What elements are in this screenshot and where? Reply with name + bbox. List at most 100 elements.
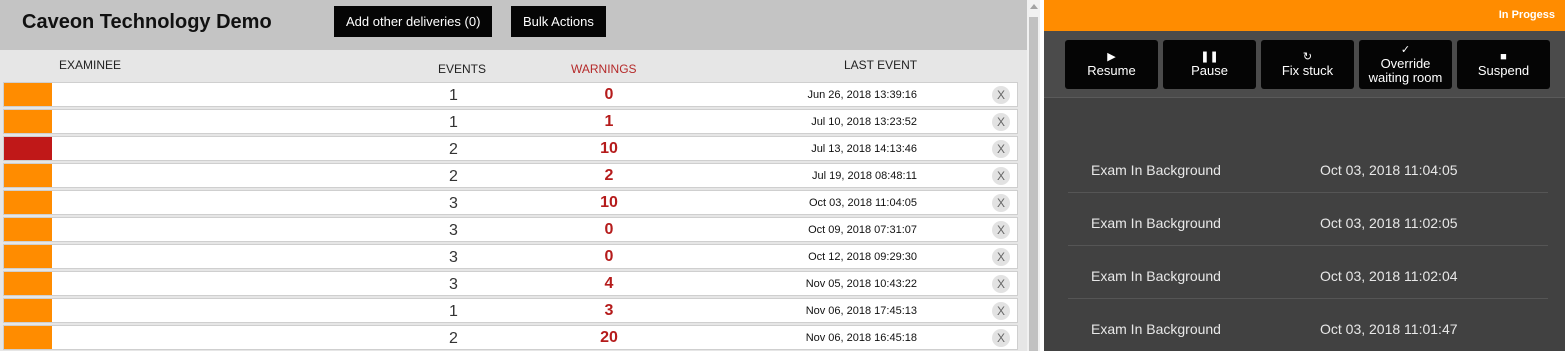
override-waiting-room-label: Override waiting room — [1368, 56, 1443, 85]
delivery-detail-panel: In Progess ▶ Resume ❚❚ Pause ↻ Fix stuck… — [1044, 0, 1565, 351]
add-other-deliveries-button[interactable]: Add other deliveries (0) — [334, 6, 493, 37]
table-row[interactable]: 2 10 Jul 13, 2018 14:13:46 X — [3, 136, 1018, 161]
status-indicator — [4, 218, 52, 241]
warnings-count: 10 — [600, 140, 618, 157]
action-toolbar: ▶ Resume ❚❚ Pause ↻ Fix stuck ✓ Override… — [1044, 31, 1565, 98]
status-indicator — [4, 326, 52, 349]
refresh-icon: ↻ — [1302, 51, 1313, 63]
column-header-examinee[interactable]: EXAMINEE — [59, 58, 121, 72]
events-count: 3 — [449, 276, 458, 293]
last-event-time: Jun 26, 2018 13:39:16 — [807, 89, 917, 101]
remove-row-button[interactable]: X — [992, 275, 1010, 293]
last-event-time: Jul 19, 2018 08:48:11 — [812, 170, 917, 182]
suspend-label: Suspend — [1477, 63, 1530, 78]
table-row[interactable]: 1 1 Jul 10, 2018 13:23:52 X — [3, 109, 1018, 134]
column-header-warnings[interactable]: WARNINGS — [571, 62, 637, 76]
warnings-count: 10 — [600, 194, 618, 211]
remove-row-button[interactable]: X — [992, 248, 1010, 266]
column-header-events[interactable]: EVENTS — [438, 62, 486, 76]
status-indicator — [4, 191, 52, 214]
last-event-time: Nov 06, 2018 16:45:18 — [805, 332, 917, 344]
last-event-time: Nov 06, 2018 17:45:13 — [805, 305, 917, 317]
log-event-time: Oct 03, 2018 11:01:47 — [1320, 321, 1458, 337]
events-count: 3 — [449, 249, 458, 266]
table-row[interactable]: 1 3 Nov 06, 2018 17:45:13 X — [3, 298, 1018, 323]
log-event-time: Oct 03, 2018 11:02:04 — [1320, 268, 1458, 284]
warnings-count: 1 — [604, 113, 614, 130]
bulk-actions-button[interactable]: Bulk Actions — [511, 6, 606, 37]
list-header-bar: Caveon Technology Demo Add other deliver… — [0, 0, 1027, 50]
table-row[interactable]: 3 0 Oct 12, 2018 09:29:30 X — [3, 244, 1018, 269]
events-count: 2 — [449, 168, 458, 185]
remove-row-button[interactable]: X — [992, 140, 1010, 158]
column-header-last-event[interactable]: LAST EVENT — [844, 58, 917, 72]
log-item: Exam In Background Oct 03, 2018 11:04:05 — [1068, 140, 1548, 193]
last-event-time: Nov 05, 2018 10:43:22 — [805, 278, 917, 290]
status-indicator — [4, 137, 52, 160]
resume-button[interactable]: ▶ Resume — [1065, 40, 1158, 89]
table-row[interactable]: 2 20 Nov 06, 2018 16:45:18 X — [3, 325, 1018, 350]
status-indicator — [4, 245, 52, 268]
remove-row-button[interactable]: X — [992, 86, 1010, 104]
remove-row-button[interactable]: X — [992, 221, 1010, 239]
last-event-time: Oct 09, 2018 07:31:07 — [808, 224, 917, 236]
pause-icon: ❚❚ — [1200, 51, 1219, 63]
remove-row-button[interactable]: X — [992, 329, 1010, 347]
log-event-name: Exam In Background — [1091, 215, 1221, 231]
event-log: Exam In Background Oct 03, 2018 11:04:05… — [1068, 140, 1548, 351]
log-event-name: Exam In Background — [1091, 268, 1221, 284]
table-row[interactable]: 2 2 Jul 19, 2018 08:48:11 X — [3, 163, 1018, 188]
status-indicator — [4, 83, 52, 106]
fix-stuck-button[interactable]: ↻ Fix stuck — [1261, 40, 1354, 89]
detail-status-bar: In Progess — [1044, 0, 1565, 31]
last-event-time: Jul 13, 2018 14:13:46 — [811, 143, 917, 155]
log-item: Exam In Background Oct 03, 2018 11:01:47 — [1068, 299, 1548, 351]
override-waiting-room-button[interactable]: ✓ Override waiting room — [1359, 40, 1452, 89]
events-count: 3 — [449, 195, 458, 212]
events-count: 2 — [449, 141, 458, 158]
fix-stuck-label: Fix stuck — [1281, 63, 1334, 78]
table-row[interactable]: 3 0 Oct 09, 2018 07:31:07 X — [3, 217, 1018, 242]
list-scrollbar[interactable] — [1027, 0, 1040, 351]
log-item: Exam In Background Oct 03, 2018 11:02:05 — [1068, 193, 1548, 246]
events-count: 3 — [449, 222, 458, 239]
page-title: Caveon Technology Demo — [22, 11, 272, 33]
log-event-time: Oct 03, 2018 11:02:05 — [1320, 215, 1458, 231]
table-row[interactable]: 1 0 Jun 26, 2018 13:39:16 X — [3, 82, 1018, 107]
status-indicator — [4, 299, 52, 322]
events-count: 1 — [449, 87, 458, 104]
warnings-count: 20 — [600, 329, 618, 346]
pause-button[interactable]: ❚❚ Pause — [1163, 40, 1256, 89]
delivery-status-label: In Progess — [1498, 9, 1555, 21]
log-item: Exam In Background Oct 03, 2018 11:02:04 — [1068, 246, 1548, 299]
log-event-time: Oct 03, 2018 11:04:05 — [1320, 162, 1458, 178]
events-count: 1 — [449, 114, 458, 131]
events-count: 1 — [449, 303, 458, 320]
scroll-up-arrow-icon[interactable] — [1030, 4, 1038, 9]
scrollbar-thumb[interactable] — [1029, 17, 1038, 351]
status-indicator — [4, 110, 52, 133]
last-event-time: Oct 03, 2018 11:04:05 — [808, 197, 917, 209]
delivery-list-panel: Caveon Technology Demo Add other deliver… — [0, 0, 1027, 351]
resume-label: Resume — [1087, 63, 1136, 78]
warnings-count: 2 — [604, 167, 614, 184]
status-indicator — [4, 164, 52, 187]
remove-row-button[interactable]: X — [992, 167, 1010, 185]
events-count: 2 — [449, 330, 458, 347]
remove-row-button[interactable]: X — [992, 194, 1010, 212]
warnings-count: 4 — [604, 275, 614, 292]
delivery-rows: 1 0 Jun 26, 2018 13:39:16 X 1 1 Jul 10, … — [3, 82, 1018, 351]
status-indicator — [4, 272, 52, 295]
table-row[interactable]: 3 10 Oct 03, 2018 11:04:05 X — [3, 190, 1018, 215]
warnings-count: 3 — [604, 302, 614, 319]
warnings-count: 0 — [604, 248, 614, 265]
play-icon: ▶ — [1107, 51, 1116, 63]
suspend-button[interactable]: ■ Suspend — [1457, 40, 1550, 89]
log-event-name: Exam In Background — [1091, 162, 1221, 178]
pause-label: Pause — [1191, 63, 1228, 78]
remove-row-button[interactable]: X — [992, 113, 1010, 131]
last-event-time: Oct 12, 2018 09:29:30 — [808, 251, 917, 263]
remove-row-button[interactable]: X — [992, 302, 1010, 320]
warnings-count: 0 — [604, 221, 614, 238]
table-row[interactable]: 3 4 Nov 05, 2018 10:43:22 X — [3, 271, 1018, 296]
